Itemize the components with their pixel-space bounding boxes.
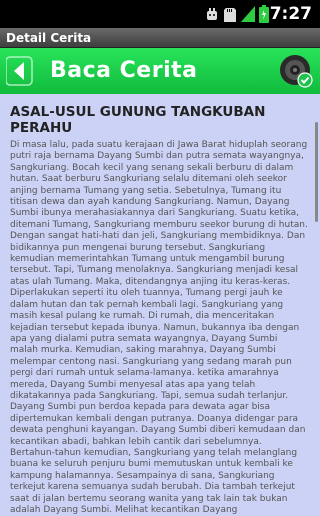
- header-bar: Baca Cerita: [0, 48, 320, 94]
- status-time: 7:27: [269, 4, 312, 24]
- back-arrow-icon: [5, 56, 33, 86]
- scrollbar[interactable]: [315, 122, 318, 222]
- header-title: Baca Cerita: [50, 58, 198, 83]
- battery-icon: [259, 5, 269, 27]
- sd-card-icon: [224, 7, 236, 26]
- story-title: ASAL-USUL GUNUNG TANGKUBAN PERAHU: [10, 104, 266, 136]
- signal-icon: [241, 6, 255, 26]
- window-title: Detail Cerita: [0, 28, 320, 48]
- status-bar: 7:27: [0, 0, 320, 28]
- back-button[interactable]: [5, 56, 34, 86]
- story-content[interactable]: ASAL-USUL GUNUNG TANGKUBAN PERAHU Di mas…: [0, 94, 320, 516]
- story-body: Di masa lalu, pada suatu kerajaan di Jaw…: [10, 140, 308, 515]
- usb-debug-icon: [206, 7, 218, 26]
- disc-check-icon[interactable]: [278, 53, 314, 89]
